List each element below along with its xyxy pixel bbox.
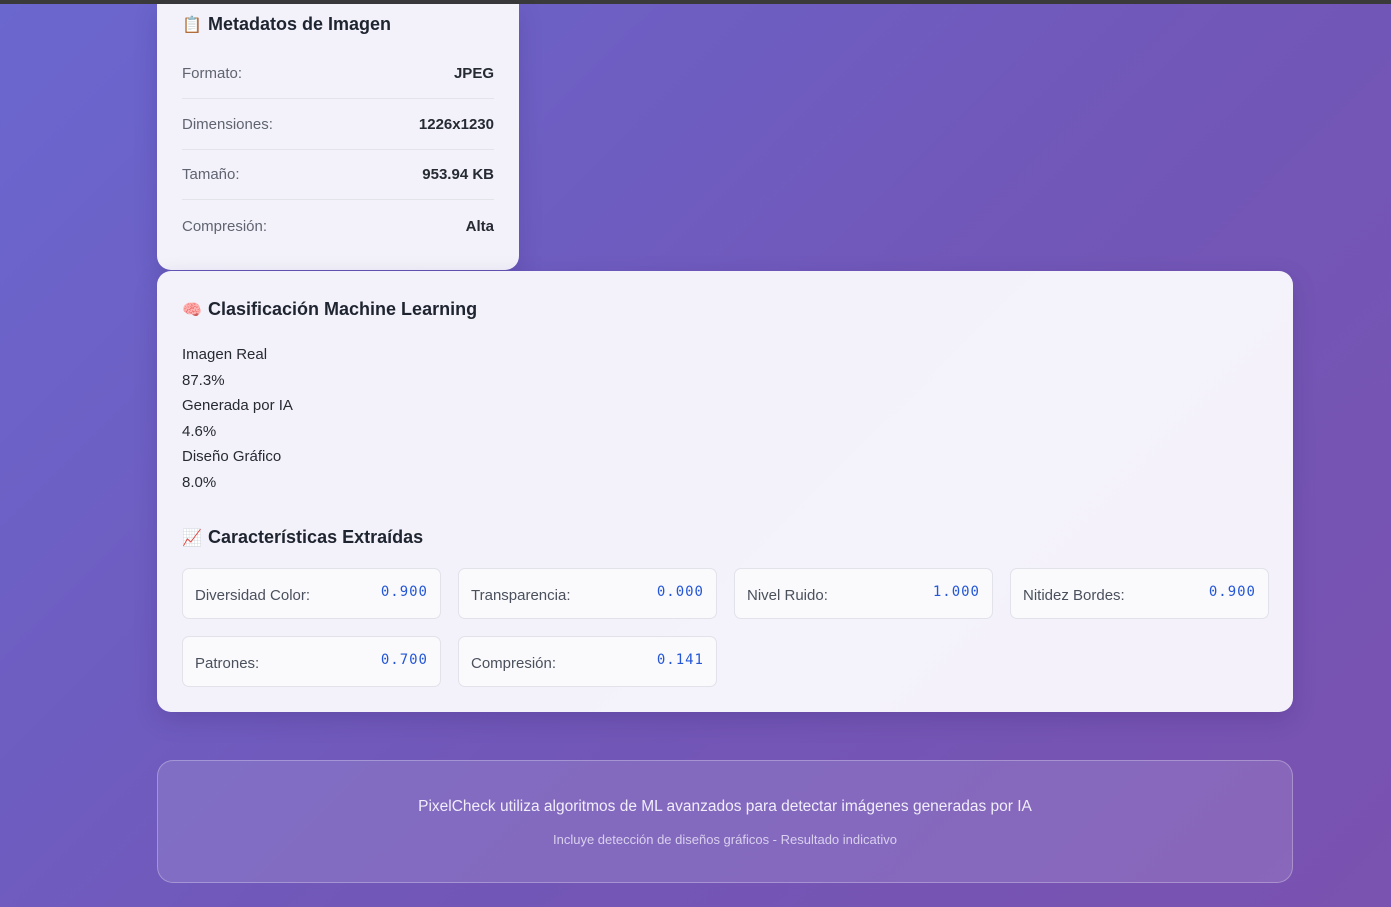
metadata-value: Alta: [465, 217, 494, 235]
class-value-ai: 4.6%: [182, 422, 217, 440]
class-label-real: Imagen Real: [182, 346, 268, 363]
metadata-row-compression: Compresión: Alta: [182, 201, 494, 251]
metadata-row-size: Tamaño: 953.94 KB: [182, 150, 494, 200]
metadata-label: Dimensiones:: [182, 116, 273, 133]
chart-increasing-icon: 📈: [182, 529, 202, 547]
classification-list: Imagen Real 87.3% Generada por IA 4.6% D…: [182, 342, 293, 496]
feature-value: 0.141: [656, 651, 704, 668]
metadata-label: Formato:: [182, 65, 243, 82]
feature-label: Nitidez Bordes:: [1023, 587, 1125, 604]
class-value-graphic: 8.0%: [182, 473, 217, 491]
feature-value: 1.000: [932, 583, 980, 600]
metadata-value: 1226x1230: [418, 116, 494, 133]
feature-edge-sharpness: Nitidez Bordes: 0.900: [1010, 568, 1269, 619]
metadata-row-dimensions: Dimensiones: 1226x1230: [182, 100, 494, 150]
metadata-value: JPEG: [453, 65, 494, 82]
metadata-label: Tamaño:: [182, 166, 240, 183]
class-value-real: 87.3%: [182, 371, 225, 389]
feature-value: 0.900: [1208, 583, 1256, 600]
feature-compression: Compresión: 0.141: [458, 636, 717, 687]
feature-transparency: Transparencia: 0.000: [458, 568, 717, 619]
feature-label: Compresión:: [471, 655, 557, 672]
feature-value: 0.900: [380, 583, 428, 600]
metadata-title-text: Metadatos de Imagen: [208, 14, 392, 34]
classification-title-text: Clasificación Machine Learning: [208, 299, 478, 319]
feature-noise-level: Nivel Ruido: 1.000: [734, 568, 993, 619]
feature-label: Nivel Ruido:: [747, 587, 828, 604]
feature-color-diversity: Diversidad Color: 0.900: [182, 568, 441, 619]
clipboard-icon: 📋: [182, 16, 202, 34]
metadata-row-format: Formato: JPEG: [182, 49, 494, 99]
metadata-label: Compresión:: [182, 217, 268, 235]
metadata-value: 953.94 KB: [422, 166, 494, 183]
class-label-ai: Generada por IA: [182, 397, 293, 415]
metadata-card: 📋 Metadatos de Imagen Formato: JPEG Dime…: [157, 4, 519, 270]
features-title: 📈 Características Extraídas: [182, 527, 423, 548]
feature-label: Transparencia:: [471, 587, 571, 604]
footer-panel: PixelCheck utiliza algoritmos de ML avan…: [157, 760, 1293, 883]
feature-patterns: Patrones: 0.700: [182, 636, 441, 687]
metadata-title: 📋 Metadatos de Imagen: [182, 14, 391, 35]
classification-title: 🧠 Clasificación Machine Learning: [182, 299, 477, 320]
features-grid: Diversidad Color: 0.900 Transparencia: 0…: [182, 568, 1269, 687]
footer-disclaimer: Incluye detección de diseños gráficos - …: [553, 832, 897, 847]
footer-description: PixelCheck utiliza algoritmos de ML avan…: [418, 798, 1032, 815]
feature-label: Diversidad Color:: [195, 587, 311, 604]
feature-value: 0.700: [380, 651, 428, 668]
brain-icon: 🧠: [182, 301, 202, 319]
features-title-text: Características Extraídas: [208, 527, 424, 547]
ml-classification-card: 🧠 Clasificación Machine Learning Imagen …: [157, 271, 1293, 712]
feature-value: 0.000: [656, 583, 704, 600]
class-label-graphic: Diseño Gráfico: [182, 448, 282, 466]
feature-label: Patrones:: [195, 655, 260, 672]
